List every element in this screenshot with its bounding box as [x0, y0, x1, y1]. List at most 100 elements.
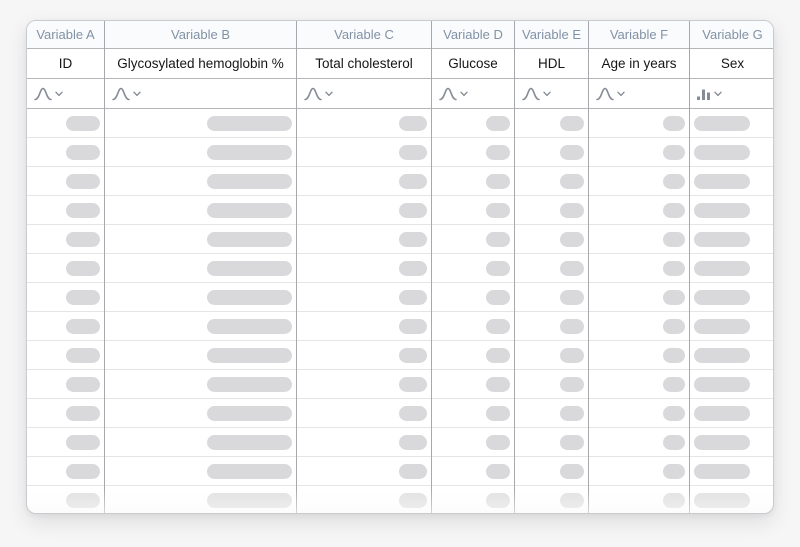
data-placeholder-pill [399, 290, 427, 305]
column-name-header-d[interactable]: Glucose [432, 49, 514, 79]
table-cell [297, 254, 431, 283]
table-cell [589, 196, 689, 225]
bar-chart-icon [697, 87, 711, 100]
column-name-header-e[interactable]: HDL [515, 49, 588, 79]
data-placeholder-pill [66, 493, 100, 508]
data-placeholder-pill [207, 116, 292, 131]
table-cell [297, 109, 431, 138]
chevron-down-icon [133, 91, 141, 97]
column-name-header-a[interactable]: ID [27, 49, 104, 79]
table-cell [105, 370, 296, 399]
data-placeholder-pill [560, 174, 584, 189]
table-cell [27, 428, 104, 457]
variable-preview-table: Variable AIDVariable BGlycosylated hemog… [26, 20, 774, 514]
column-summary-dropdown-e[interactable] [515, 79, 588, 109]
data-placeholder-pill [207, 174, 292, 189]
table-cell [297, 167, 431, 196]
data-placeholder-pill [486, 116, 510, 131]
table-cell [515, 283, 588, 312]
table-cell [432, 457, 514, 486]
table-cell [105, 109, 296, 138]
data-placeholder-pill [694, 377, 750, 392]
table-cell [432, 225, 514, 254]
column-variable-header-f[interactable]: Variable F [589, 21, 689, 49]
table-cell [297, 457, 431, 486]
table-cell [27, 109, 104, 138]
data-placeholder-pill [694, 348, 750, 363]
column-variable-header-a[interactable]: Variable A [27, 21, 104, 49]
data-placeholder-pill [399, 435, 427, 450]
table-cell [297, 370, 431, 399]
table-cell [589, 283, 689, 312]
data-placeholder-pill [399, 174, 427, 189]
table-cell [515, 196, 588, 225]
data-placeholder-pill [560, 145, 584, 160]
table-cell [690, 196, 774, 225]
data-placeholder-pill [486, 290, 510, 305]
data-placeholder-pill [66, 348, 100, 363]
column-variable-header-g[interactable]: Variable G [690, 21, 774, 49]
column-summary-dropdown-d[interactable] [432, 79, 514, 109]
column-name-header-g[interactable]: Sex [690, 49, 774, 79]
data-placeholder-pill [663, 319, 685, 334]
table-cell [27, 167, 104, 196]
data-placeholder-pill [399, 203, 427, 218]
table-cell [27, 138, 104, 167]
table-cell [690, 109, 774, 138]
data-placeholder-pill [207, 406, 292, 421]
data-placeholder-pill [694, 203, 750, 218]
data-placeholder-pill [207, 290, 292, 305]
table-cell [690, 312, 774, 341]
table-cell [515, 428, 588, 457]
data-placeholder-pill [694, 319, 750, 334]
column-summary-dropdown-a[interactable] [27, 79, 104, 109]
column-name-header-c[interactable]: Total cholesterol [297, 49, 431, 79]
table-cell [105, 341, 296, 370]
data-placeholder-pill [486, 348, 510, 363]
table-cell [690, 370, 774, 399]
table-cell [27, 341, 104, 370]
table-cell [27, 486, 104, 514]
column-summary-dropdown-b[interactable] [105, 79, 296, 109]
table-cell [105, 254, 296, 283]
table-cell [297, 486, 431, 514]
column-variable-header-c[interactable]: Variable C [297, 21, 431, 49]
data-placeholder-pill [560, 116, 584, 131]
data-placeholder-pill [66, 464, 100, 479]
column-variable-header-b[interactable]: Variable B [105, 21, 296, 49]
table-cell [297, 138, 431, 167]
table-cell [515, 254, 588, 283]
table-cell [690, 399, 774, 428]
column-name-header-f[interactable]: Age in years [589, 49, 689, 79]
data-placeholder-pill [560, 290, 584, 305]
column-summary-dropdown-g[interactable] [690, 79, 774, 109]
table-cell [105, 457, 296, 486]
table-cell [589, 138, 689, 167]
table-cell [105, 312, 296, 341]
data-placeholder-pill [66, 290, 100, 305]
table-cell [432, 370, 514, 399]
column-variable-header-e[interactable]: Variable E [515, 21, 588, 49]
column-name-header-b[interactable]: Glycosylated hemoglobin % [105, 49, 296, 79]
column-summary-dropdown-f[interactable] [589, 79, 689, 109]
table-cell [27, 254, 104, 283]
table-cell [589, 428, 689, 457]
column-summary-dropdown-c[interactable] [297, 79, 431, 109]
data-placeholder-pill [486, 406, 510, 421]
data-placeholder-pill [560, 319, 584, 334]
data-placeholder-pill [486, 435, 510, 450]
data-placeholder-pill [560, 435, 584, 450]
data-placeholder-pill [399, 261, 427, 276]
table-cell [589, 254, 689, 283]
table-cell [105, 428, 296, 457]
data-placeholder-pill [399, 145, 427, 160]
table-cell [27, 283, 104, 312]
data-placeholder-pill [207, 232, 292, 247]
data-placeholder-pill [399, 116, 427, 131]
data-placeholder-pill [694, 435, 750, 450]
column-variable-header-d[interactable]: Variable D [432, 21, 514, 49]
data-placeholder-pill [207, 319, 292, 334]
table-cell [690, 283, 774, 312]
data-placeholder-pill [560, 261, 584, 276]
table-cell [690, 225, 774, 254]
